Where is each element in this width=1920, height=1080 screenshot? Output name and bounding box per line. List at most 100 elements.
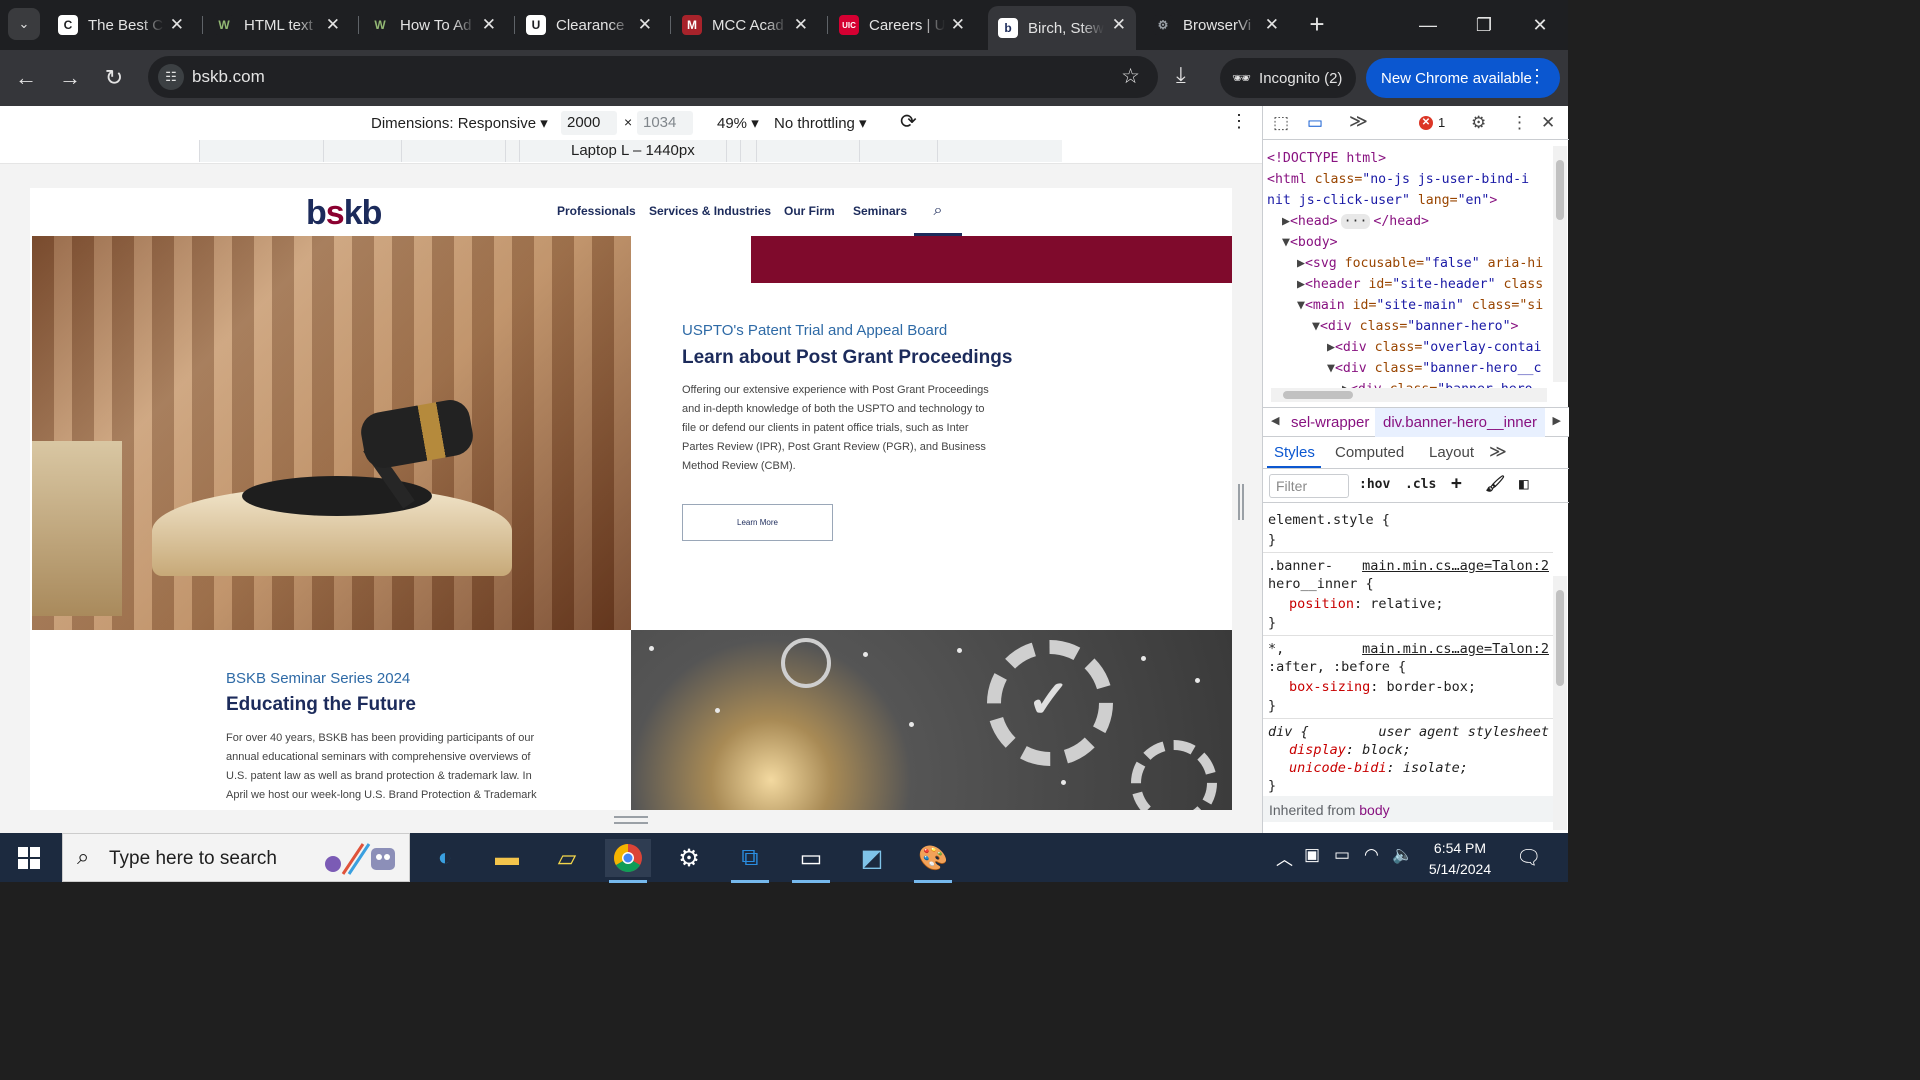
sticky-notes-icon[interactable]: ▱ — [544, 839, 590, 877]
forward-icon[interactable]: → — [54, 62, 86, 94]
style-rule[interactable]: *, main.min.cs…age=Talon:2 :after, :befo… — [1263, 636, 1553, 719]
new-chrome-available-button[interactable]: New Chrome available ⋮ — [1366, 58, 1560, 98]
prop-name[interactable]: position — [1289, 596, 1354, 612]
width-input[interactable]: 2000 — [561, 111, 617, 135]
notepad-icon[interactable]: ◩ — [849, 839, 895, 877]
scroll-thumb[interactable] — [1556, 590, 1564, 686]
browser-tab[interactable]: b Birch, Stew ✕ — [988, 6, 1136, 50]
dom-node-line[interactable]: ▼<body> — [1282, 232, 1338, 253]
bookmark-star-icon[interactable]: ☆ — [1121, 64, 1140, 89]
style-rule[interactable]: .banner- main.min.cs…age=Talon:2 hero__i… — [1263, 553, 1553, 636]
site-settings-icon[interactable]: ☷ — [158, 64, 184, 90]
file-explorer-icon[interactable]: ▬ — [484, 839, 530, 877]
styles-filter-input[interactable]: Filter — [1269, 474, 1349, 498]
chrome-icon[interactable] — [605, 839, 651, 883]
prop-value[interactable]: isolate; — [1403, 760, 1468, 776]
more-vert-icon[interactable]: ⋮ — [1528, 66, 1546, 87]
minimize-icon[interactable]: — — [1408, 10, 1448, 40]
close-tab-icon[interactable]: ✕ — [482, 15, 496, 35]
volume-icon[interactable]: 🔈 — [1392, 845, 1413, 865]
new-rule-icon[interactable]: + — [1451, 473, 1462, 494]
start-windows-icon[interactable] — [18, 847, 40, 869]
error-count-badge[interactable]: ✕ 1 — [1419, 115, 1445, 130]
system-clock[interactable]: 6:54 PM 5/14/2024 — [1420, 838, 1500, 880]
sidebar-toggle-icon[interactable]: ◧ — [1519, 474, 1529, 493]
height-input[interactable]: 1034 — [637, 111, 693, 135]
close-tab-icon[interactable]: ✕ — [1265, 15, 1279, 35]
devtools-settings-icon[interactable]: ⚙ — [1471, 113, 1486, 133]
tab-layout[interactable]: Layout — [1429, 444, 1474, 461]
nav-professionals[interactable]: Professionals — [557, 204, 636, 218]
breadcrumb-item[interactable]: sel-wrapper — [1291, 414, 1369, 431]
browser-tab[interactable]: C The Best C ✕ — [48, 6, 194, 44]
rotate-icon[interactable]: ⟳ — [900, 109, 917, 134]
browser-tab[interactable]: U Clearance ✕ — [516, 6, 662, 44]
elements-hscrollbar[interactable] — [1271, 388, 1547, 402]
inherited-element-link[interactable]: body — [1359, 802, 1389, 818]
prop-name[interactable]: display — [1289, 742, 1346, 758]
settings-icon[interactable]: ⚙ — [666, 839, 712, 877]
rule-source-link[interactable]: main.min.cs…age=Talon:2 — [1362, 557, 1549, 576]
dom-node-line[interactable]: ▼<main id="site-main" class="si — [1297, 295, 1543, 316]
close-tab-icon[interactable]: ✕ — [1112, 15, 1126, 35]
more-panes-icon[interactable]: ≫ — [1489, 442, 1507, 462]
dom-node-line[interactable]: ▶<svg focusable="false" aria-hi — [1297, 253, 1543, 274]
close-tab-icon[interactable]: ✕ — [638, 15, 652, 35]
browser-tab[interactable]: UIC Careers | U ✕ — [829, 6, 975, 44]
dom-node-line[interactable]: ▼<div class="banner-hero"> — [1312, 316, 1518, 337]
battery-icon[interactable]: ▭ — [1334, 845, 1350, 865]
scroll-thumb[interactable] — [1556, 160, 1564, 220]
close-window-icon[interactable]: ✕ — [1520, 10, 1560, 40]
back-icon[interactable]: ← — [10, 62, 42, 94]
wifi-icon[interactable]: ◠ — [1364, 845, 1379, 865]
inspect-element-icon[interactable]: ⬚ — [1273, 113, 1289, 133]
elements-scrollbar[interactable] — [1553, 146, 1567, 382]
resize-handle-right[interactable] — [1238, 484, 1244, 520]
prop-name[interactable]: unicode-bidi — [1289, 760, 1387, 776]
scroll-thumb[interactable] — [1283, 391, 1353, 399]
close-tab-icon[interactable]: ✕ — [951, 15, 965, 35]
search-highlight-illustration-icon[interactable] — [319, 840, 399, 878]
bskb-logo[interactable]: bskb — [306, 194, 382, 233]
dom-node-line[interactable]: ▶<head> ··· </head> — [1282, 211, 1429, 232]
close-tab-icon[interactable]: ✕ — [170, 15, 184, 35]
nav-seminars[interactable]: Seminars — [853, 204, 907, 218]
terminal-icon[interactable]: ▭ — [788, 839, 834, 883]
rule-source-link[interactable]: main.min.cs…age=Talon:2 — [1362, 640, 1549, 659]
prop-name[interactable]: box-sizing — [1289, 679, 1370, 695]
browser-tab[interactable]: M MCC Acad ✕ — [672, 6, 818, 44]
style-rule[interactable]: element.style { } — [1263, 507, 1553, 553]
nav-services-industries[interactable]: Services & Industries — [649, 204, 771, 218]
taskbar-search-box[interactable]: ⌕ Type here to search — [62, 833, 410, 882]
incognito-button[interactable]: 🕶 Incognito (2) — [1220, 58, 1357, 98]
reload-icon[interactable]: ↻ — [98, 62, 130, 94]
download-icon[interactable]: ⤓ — [1176, 62, 1186, 88]
breadcrumb-current[interactable]: div.banner-hero__inner — [1375, 408, 1545, 437]
address-bar[interactable]: ☷ bskb.com ☆ — [148, 56, 1158, 98]
meet-now-icon[interactable]: ▣ — [1304, 845, 1320, 865]
more-tabs-icon[interactable]: ≫ — [1349, 111, 1368, 132]
close-tab-icon[interactable]: ✕ — [794, 15, 808, 35]
paint-brush-icon[interactable]: 🖌 — [1485, 474, 1505, 493]
dom-node-line[interactable]: ▼<div class="banner-hero__c — [1327, 358, 1541, 379]
device-toggle-icon[interactable]: ▭ — [1307, 113, 1323, 133]
cls-toggle[interactable]: .cls — [1405, 477, 1436, 492]
prop-value[interactable]: border-box; — [1387, 679, 1476, 695]
restore-icon[interactable]: ❐ — [1464, 10, 1504, 40]
prop-value[interactable]: relative; — [1370, 596, 1443, 612]
dimensions-select[interactable]: Dimensions: Responsive ▾ — [371, 114, 548, 132]
browser-tab[interactable]: W How To Ad ✕ — [360, 6, 506, 44]
devtools-close-icon[interactable]: ✕ — [1541, 113, 1555, 133]
tray-chevron-icon[interactable]: ︿ — [1276, 845, 1293, 870]
close-tab-icon[interactable]: ✕ — [326, 15, 340, 35]
tab-search-chevron-icon[interactable]: ⌄ — [8, 8, 40, 40]
hov-toggle[interactable]: :hov — [1359, 477, 1390, 492]
dom-node-line[interactable]: nit js-click-user" lang="en"> — [1267, 190, 1497, 211]
breadcrumb-left-icon[interactable]: ◀ — [1271, 414, 1279, 427]
styles-scrollbar[interactable] — [1553, 576, 1567, 830]
throttling-select[interactable]: No throttling ▾ — [774, 114, 867, 132]
browser-tab[interactable]: ⚙ BrowserVi ✕ — [1143, 6, 1289, 44]
style-rule[interactable]: div { user agent stylesheet display: blo… — [1263, 719, 1553, 797]
notifications-icon[interactable]: 🗨 — [1516, 845, 1541, 870]
edge-icon[interactable]: ◐ — [422, 839, 468, 877]
